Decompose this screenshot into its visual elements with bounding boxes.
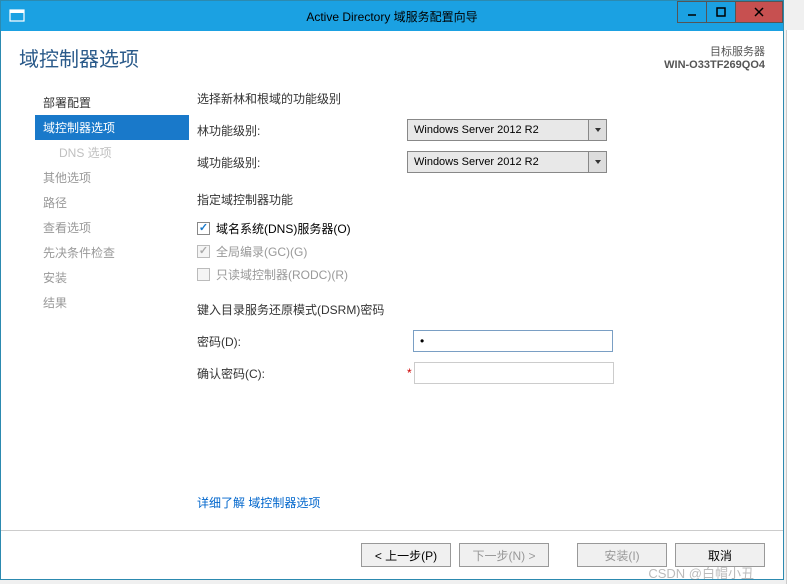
sidebar-item-review[interactable]: 查看选项 xyxy=(35,215,189,240)
rodc-checkbox-label: 只读域控制器(RODC)(R) xyxy=(216,266,348,283)
wizard-window: Active Directory 域服务配置向导 域控制器选项 目标服务器 WI… xyxy=(0,0,784,580)
section-dsrm: 键入目录服务还原模式(DSRM)密码 xyxy=(197,301,765,318)
next-button: 下一步(N) > xyxy=(459,543,549,567)
chevron-down-icon xyxy=(588,120,606,140)
server-info: 目标服务器 WIN-O33TF269QO4 xyxy=(664,43,765,71)
dns-checkbox-label: 域名系统(DNS)服务器(O) xyxy=(216,220,351,237)
gc-checkbox-label: 全局编录(GC)(G) xyxy=(216,243,307,260)
password-input[interactable] xyxy=(413,330,613,352)
app-icon xyxy=(9,8,25,24)
learn-more-link[interactable]: 详细了解 域控制器选项 xyxy=(197,494,320,511)
sidebar: 部署配置 域控制器选项 DNS 选项 其他选项 路径 查看选项 先决条件检查 安… xyxy=(19,84,189,579)
confirm-password-label: 确认密码(C): xyxy=(197,365,407,382)
form-area: 选择新林和根域的功能级别 林功能级别: Windows Server 2012 … xyxy=(189,84,765,579)
dns-checkbox[interactable] xyxy=(197,222,210,235)
domain-level-value: Windows Server 2012 R2 xyxy=(414,156,539,168)
sidebar-item-deploy-config[interactable]: 部署配置 xyxy=(35,90,189,115)
window-title: Active Directory 域服务配置向导 xyxy=(306,8,477,25)
rodc-checkbox xyxy=(197,268,210,281)
section-dc-capabilities: 指定域控制器功能 xyxy=(197,191,765,208)
main-area: 部署配置 域控制器选项 DNS 选项 其他选项 路径 查看选项 先决条件检查 安… xyxy=(19,84,765,579)
server-label: 目标服务器 xyxy=(664,43,765,59)
forest-level-select[interactable]: Windows Server 2012 R2 xyxy=(407,119,607,141)
server-name: WIN-O33TF269QO4 xyxy=(664,59,765,71)
watermark: CSDN @白帽小丑 xyxy=(648,563,754,582)
maximize-button[interactable] xyxy=(706,1,736,23)
header-row: 域控制器选项 目标服务器 WIN-O33TF269QO4 xyxy=(19,43,765,72)
titlebar: Active Directory 域服务配置向导 xyxy=(1,1,783,31)
sidebar-item-other-options[interactable]: 其他选项 xyxy=(35,165,189,190)
sidebar-item-prereq[interactable]: 先决条件检查 xyxy=(35,240,189,265)
password-label: 密码(D): xyxy=(197,333,407,350)
required-marker: * xyxy=(407,366,412,380)
forest-level-value: Windows Server 2012 R2 xyxy=(414,124,539,136)
domain-level-label: 域功能级别: xyxy=(197,154,407,171)
sidebar-item-paths[interactable]: 路径 xyxy=(35,190,189,215)
forest-level-row: 林功能级别: Windows Server 2012 R2 xyxy=(197,119,765,141)
confirm-password-row: 确认密码(C): * xyxy=(197,362,765,384)
window-controls xyxy=(678,1,783,23)
sidebar-item-dc-options[interactable]: 域控制器选项 xyxy=(35,115,189,140)
sidebar-item-install[interactable]: 安装 xyxy=(35,265,189,290)
dns-checkbox-row: 域名系统(DNS)服务器(O) xyxy=(197,220,765,237)
close-button[interactable] xyxy=(735,1,783,23)
rodc-checkbox-row: 只读域控制器(RODC)(R) xyxy=(197,266,765,283)
chevron-down-icon xyxy=(588,152,606,172)
prev-button[interactable]: < 上一步(P) xyxy=(361,543,451,567)
sidebar-item-results[interactable]: 结果 xyxy=(35,290,189,315)
section-functional-levels: 选择新林和根域的功能级别 xyxy=(197,90,765,107)
right-panel-edge xyxy=(786,30,804,584)
forest-level-label: 林功能级别: xyxy=(197,122,407,139)
page-title: 域控制器选项 xyxy=(19,43,139,72)
sidebar-item-dns-options[interactable]: DNS 选项 xyxy=(35,140,189,165)
minimize-button[interactable] xyxy=(677,1,707,23)
password-row: 密码(D): xyxy=(197,330,765,352)
domain-level-select[interactable]: Windows Server 2012 R2 xyxy=(407,151,607,173)
content-area: 域控制器选项 目标服务器 WIN-O33TF269QO4 部署配置 域控制器选项… xyxy=(1,31,783,579)
gc-checkbox xyxy=(197,245,210,258)
gc-checkbox-row: 全局编录(GC)(G) xyxy=(197,243,765,260)
confirm-password-input[interactable] xyxy=(414,362,614,384)
domain-level-row: 域功能级别: Windows Server 2012 R2 xyxy=(197,151,765,173)
